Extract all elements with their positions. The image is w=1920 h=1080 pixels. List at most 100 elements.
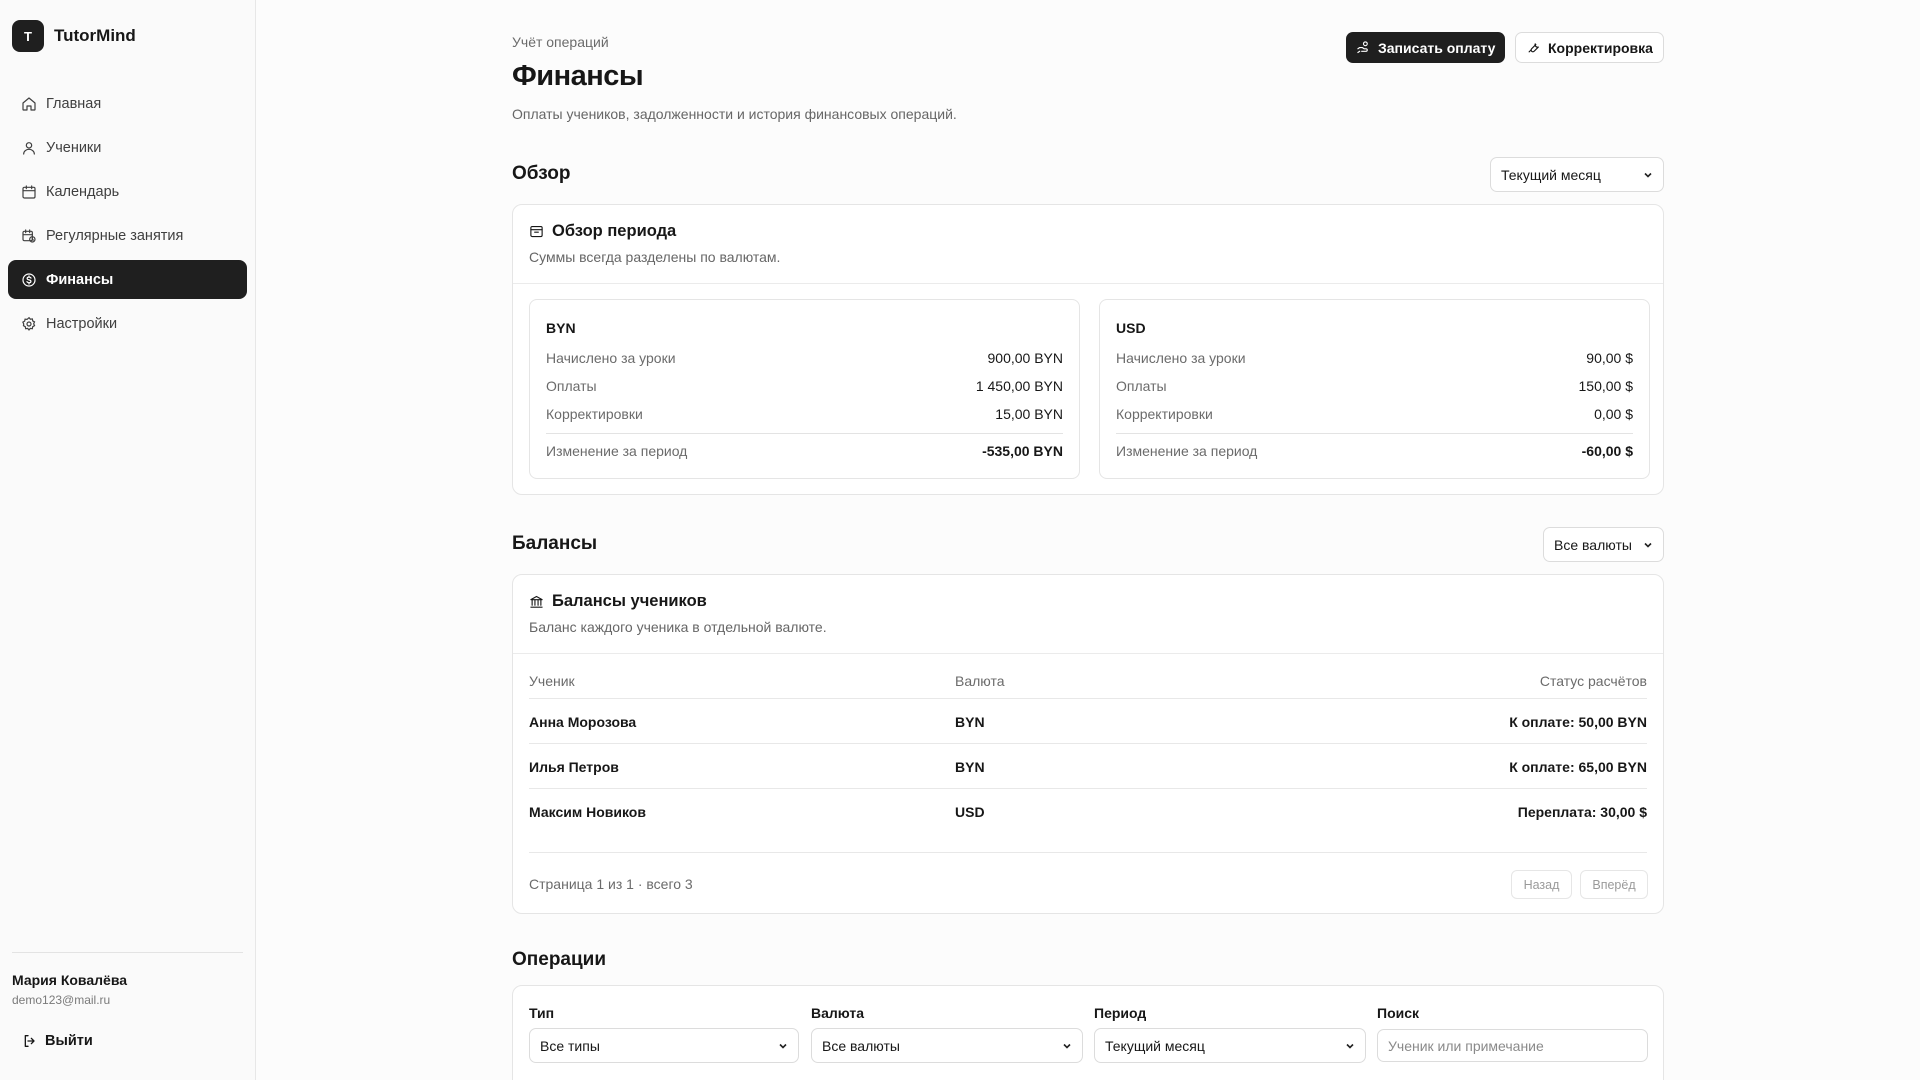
chevron-down-icon — [1063, 1043, 1071, 1049]
calendar-repeat-icon — [22, 228, 36, 243]
balances-section-title: Балансы — [512, 533, 598, 554]
select-value: Текущий месяц — [1105, 1037, 1205, 1054]
home-icon — [22, 96, 36, 111]
wrench-icon — [1528, 43, 1539, 53]
sidebar-item-label: Регулярные занятия — [46, 227, 184, 244]
record-payment-label: Записать оплату — [1378, 39, 1496, 56]
row-label: Изменение за период — [546, 443, 688, 459]
sidebar-divider — [12, 952, 243, 953]
search-input[interactable] — [1377, 1029, 1648, 1062]
row-label: Оплаты — [546, 378, 597, 394]
cell-currency: USD — [955, 804, 985, 820]
filter-search-label: Поиск — [1377, 1005, 1420, 1021]
row-label: Изменение за период — [1116, 443, 1258, 459]
column-header-student[interactable]: Ученик — [529, 673, 575, 689]
chevron-down-icon — [779, 1043, 787, 1049]
column-header-status[interactable]: Статус расчётов — [1540, 673, 1647, 689]
pager-prev-button[interactable]: Назад — [1511, 870, 1572, 899]
chevron-down-icon — [1346, 1043, 1354, 1049]
row-label: Корректировки — [1116, 406, 1213, 422]
card-title-label: Обзор периода — [552, 222, 677, 240]
summary-row-adjustments: Корректировки 15,00 BYN — [546, 406, 1063, 422]
pager-divider — [529, 852, 1647, 853]
card-description: Баланс каждого ученика в отдельной валют… — [529, 619, 827, 635]
adjustment-button[interactable]: Корректировка — [1515, 32, 1664, 63]
sidebar-item-recurring[interactable]: Регулярные занятия — [8, 216, 247, 255]
summary-row-charged: Начислено за уроки 900,00 BYN — [546, 350, 1063, 366]
cell-currency: BYN — [955, 714, 985, 730]
filter-type-select[interactable]: Все типы — [529, 1028, 799, 1063]
cell-student: Анна Морозова — [529, 714, 637, 730]
adjustment-label: Корректировка — [1548, 39, 1653, 56]
currency-code: USD — [1116, 320, 1146, 336]
user-email: demo123@mail.ru — [12, 993, 111, 1007]
sidebar-item-home[interactable]: Главная — [8, 84, 247, 123]
chevron-down-icon — [1644, 542, 1652, 548]
breadcrumb: Учёт операций — [512, 34, 609, 50]
dollar-circle-icon — [22, 272, 36, 287]
card-title-label: Балансы учеников — [552, 592, 707, 610]
sidebar-item-label: Календарь — [46, 183, 120, 200]
summary-row-total: Изменение за период -535,00 BYN — [546, 443, 1063, 459]
row-value: -535,00 BYN — [982, 443, 1063, 459]
record-payment-button[interactable]: Записать оплату — [1346, 32, 1506, 63]
logout-button[interactable]: Выйти — [22, 1033, 93, 1049]
card-divider — [513, 653, 1663, 654]
row-value: 900,00 BYN — [987, 350, 1064, 366]
cell-status: К оплате: 50,00 BYN — [1509, 714, 1647, 730]
card-title: Балансы учеников — [529, 592, 707, 611]
row-value: 90,00 $ — [1586, 350, 1633, 366]
filter-period-select[interactable]: Текущий месяц — [1094, 1028, 1366, 1063]
sidebar-item-calendar[interactable]: Календарь — [8, 172, 247, 211]
sidebar-item-settings[interactable]: Настройки — [8, 304, 247, 343]
cell-status: Переплата: 30,00 $ — [1517, 804, 1647, 820]
calendar-icon — [22, 184, 36, 199]
balances-currency-select[interactable]: Все валюты — [1543, 527, 1664, 562]
overview-section-title: Обзор — [512, 163, 571, 184]
bank-icon — [530, 595, 543, 608]
sidebar-item-label: Главная — [46, 95, 102, 112]
sidebar: T TutorMind Главная Ученики Календарь Ре… — [0, 0, 256, 1080]
hand-coins-icon — [1357, 41, 1368, 54]
select-value: Все валюты — [822, 1037, 900, 1054]
pager-next-button[interactable]: Вперёд — [1580, 870, 1648, 899]
chevron-down-icon — [1644, 172, 1652, 178]
period-overview-card: Обзор периода Суммы всегда разделены по … — [512, 204, 1664, 495]
student-balances-card: Балансы учеников Баланс каждого ученика … — [512, 574, 1664, 914]
select-value: Все типы — [540, 1037, 600, 1054]
brand[interactable]: T TutorMind — [12, 20, 136, 52]
sidebar-item-label: Ученики — [46, 139, 102, 156]
row-value: 150,00 $ — [1578, 378, 1634, 394]
summary-divider — [546, 433, 1063, 434]
app-name: TutorMind — [54, 26, 136, 45]
pager-status: Страница 1 из 1 · всего 3 — [529, 876, 693, 892]
summary-divider — [1116, 433, 1633, 434]
sidebar-item-label: Настройки — [46, 315, 118, 332]
user-name: Мария Ковалёва — [12, 972, 128, 988]
sidebar-item-students[interactable]: Ученики — [8, 128, 247, 167]
column-header-currency[interactable]: Валюта — [955, 673, 1005, 689]
cell-student: Илья Петров — [529, 759, 619, 775]
card-title: Обзор периода — [529, 222, 676, 241]
row-label: Корректировки — [546, 406, 643, 422]
row-value: 0,00 $ — [1594, 406, 1633, 422]
filter-currency-select[interactable]: Все валюты — [811, 1028, 1083, 1063]
page-subtitle: Оплаты учеников, задолженности и история… — [512, 106, 957, 122]
row-label: Оплаты — [1116, 378, 1167, 394]
logout-icon — [24, 1035, 35, 1047]
summary-row-total: Изменение за период -60,00 $ — [1116, 443, 1633, 459]
sidebar-item-finance[interactable]: Финансы — [8, 260, 247, 299]
row-value: -60,00 $ — [1581, 443, 1633, 459]
row-label: Начислено за уроки — [546, 350, 676, 366]
filter-type-label: Тип — [529, 1005, 555, 1021]
overview-period-select[interactable]: Текущий месяц — [1490, 157, 1664, 192]
card-divider — [513, 283, 1663, 284]
app-logo: T — [12, 20, 44, 52]
table-divider — [529, 743, 1647, 744]
card-description: Суммы всегда разделены по валютам. — [529, 249, 781, 265]
logout-label: Выйти — [45, 1033, 93, 1049]
archive-icon — [530, 225, 543, 238]
operations-section-title: Операции — [512, 949, 607, 970]
gear-icon — [22, 316, 36, 331]
row-label: Начислено за уроки — [1116, 350, 1246, 366]
